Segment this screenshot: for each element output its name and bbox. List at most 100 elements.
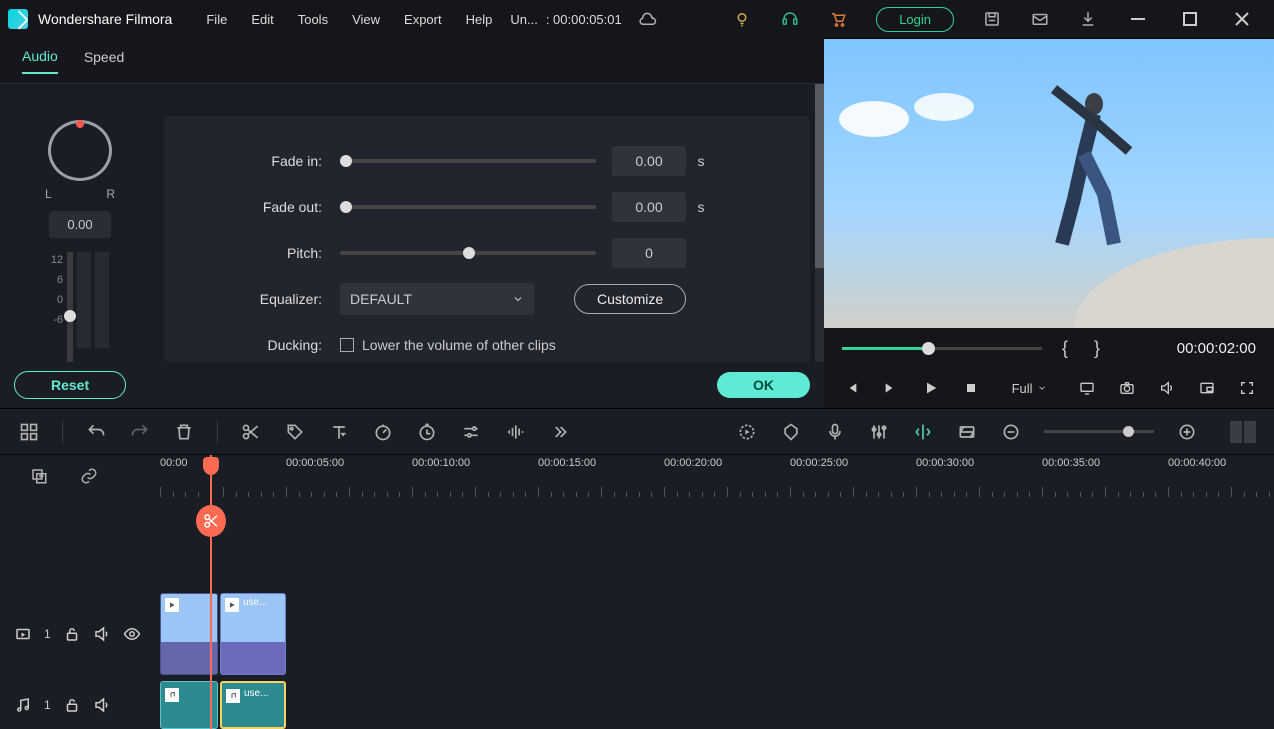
marker-button[interactable] (780, 421, 802, 443)
video-track-icon[interactable] (14, 625, 32, 643)
customize-button[interactable]: Customize (574, 284, 686, 314)
volume-icon[interactable] (1158, 379, 1176, 397)
lock-audio-button[interactable] (63, 696, 81, 714)
properties-panel: Audio Speed LR 0.00 12 6 0 -6 (0, 38, 824, 408)
tip-icon[interactable] (730, 7, 754, 31)
save-icon[interactable] (980, 7, 1004, 31)
pan-value[interactable]: 0.00 (49, 211, 110, 238)
window-maximize-button[interactable] (1178, 7, 1202, 31)
tab-audio[interactable]: Audio (22, 48, 58, 74)
fadein-slider[interactable] (340, 159, 596, 163)
clip-music-icon (226, 689, 240, 703)
ok-button[interactable]: OK (717, 372, 810, 398)
audio-track-header: 1 (0, 681, 160, 729)
tag-button[interactable] (284, 421, 306, 443)
ducking-checkbox[interactable] (340, 338, 354, 352)
lock-track-button[interactable] (63, 625, 81, 643)
mixer-button[interactable] (868, 421, 890, 443)
link-button[interactable] (78, 465, 100, 487)
zoom-fit-button[interactable] (1230, 421, 1256, 443)
pitch-slider[interactable] (340, 251, 596, 255)
fadeout-value[interactable]: 0.00 (612, 192, 686, 222)
chevron-down-icon (512, 293, 524, 305)
menu-file[interactable]: File (196, 8, 237, 31)
zoom-out-button[interactable] (1000, 421, 1022, 443)
equalizer-label: Equalizer: (164, 291, 340, 307)
mark-out-button[interactable]: } (1088, 338, 1106, 359)
play-button[interactable] (922, 379, 940, 397)
render-button[interactable] (736, 421, 758, 443)
audio-track-number: 1 (44, 698, 51, 712)
pan-knob[interactable] (48, 120, 112, 181)
clip-name: use... (243, 597, 267, 608)
window-close-button[interactable] (1230, 7, 1254, 31)
fullscreen-icon[interactable] (1238, 379, 1256, 397)
volume-slider[interactable] (67, 252, 73, 362)
mute-track-button[interactable] (93, 625, 111, 643)
video-clip-2[interactable]: use... (220, 593, 286, 675)
display-icon[interactable] (1079, 379, 1097, 397)
window-minimize-button[interactable] (1126, 7, 1150, 31)
adjust-button[interactable] (460, 421, 482, 443)
download-icon[interactable] (1076, 7, 1100, 31)
fadein-label: Fade in: (164, 153, 340, 169)
cart-icon[interactable] (826, 7, 850, 31)
text-button[interactable] (328, 421, 350, 443)
cut-mode-button[interactable] (912, 421, 934, 443)
speed-button[interactable] (372, 421, 394, 443)
stop-button[interactable] (962, 379, 980, 397)
menu-edit[interactable]: Edit (241, 8, 283, 31)
layout-icon[interactable] (18, 421, 40, 443)
cloud-icon[interactable] (636, 7, 660, 31)
ratio-button[interactable] (956, 421, 978, 443)
preview-viewport[interactable] (824, 38, 1274, 328)
panel-scrollbar[interactable] (815, 84, 824, 362)
split-button[interactable] (240, 421, 262, 443)
menu-tools[interactable]: Tools (288, 8, 338, 31)
pip-icon[interactable] (1198, 379, 1216, 397)
undo-button[interactable] (85, 421, 107, 443)
chevron-down-icon (1037, 383, 1047, 393)
fadeout-slider[interactable] (340, 205, 596, 209)
menu-export[interactable]: Export (394, 8, 452, 31)
redo-button[interactable] (129, 421, 151, 443)
more-button[interactable] (548, 421, 570, 443)
audio-levels-button[interactable] (504, 421, 526, 443)
reset-button[interactable]: Reset (14, 371, 126, 399)
playhead[interactable] (210, 455, 212, 729)
voiceover-button[interactable] (824, 421, 846, 443)
duration-button[interactable] (416, 421, 438, 443)
seek-bar[interactable] (842, 347, 1042, 350)
audio-track-icon[interactable] (14, 696, 32, 714)
visibility-track-button[interactable] (123, 625, 141, 643)
login-button[interactable]: Login (876, 7, 954, 32)
timeline-ruler[interactable]: 00:0000:00:05:0000:00:10:0000:00:15:0000… (160, 455, 1274, 497)
fadein-value[interactable]: 0.00 (612, 146, 686, 176)
zoom-in-button[interactable] (1176, 421, 1198, 443)
app-name: Wondershare Filmora (38, 11, 172, 27)
scissor-icon[interactable] (196, 505, 226, 537)
ducking-text: Lower the volume of other clips (362, 337, 556, 353)
next-frame-button[interactable] (882, 379, 900, 397)
pitch-value[interactable]: 0 (612, 238, 686, 268)
preview-size-select[interactable]: Full (1012, 381, 1047, 396)
timecode-display[interactable]: 00:00:02:00 (1177, 340, 1256, 357)
tab-speed[interactable]: Speed (84, 49, 124, 73)
add-track-button[interactable] (28, 465, 50, 487)
audio-track[interactable]: use... (160, 681, 1274, 729)
snapshot-icon[interactable] (1118, 379, 1136, 397)
project-duration: : 00:00:05:01 (546, 12, 622, 27)
video-track[interactable]: use... (160, 587, 1274, 681)
equalizer-select[interactable]: DEFAULT (340, 283, 534, 315)
zoom-slider[interactable] (1044, 430, 1154, 433)
mark-in-button[interactable]: { (1056, 338, 1074, 359)
support-icon[interactable] (778, 7, 802, 31)
mute-audio-button[interactable] (93, 696, 111, 714)
prev-frame-button[interactable] (842, 379, 860, 397)
mail-icon[interactable] (1028, 7, 1052, 31)
audio-clip-2[interactable]: use... (220, 681, 286, 729)
volume-meter[interactable]: 12 6 0 -6 (51, 252, 109, 362)
delete-button[interactable] (173, 421, 195, 443)
menu-view[interactable]: View (342, 8, 390, 31)
menu-help[interactable]: Help (456, 8, 503, 31)
